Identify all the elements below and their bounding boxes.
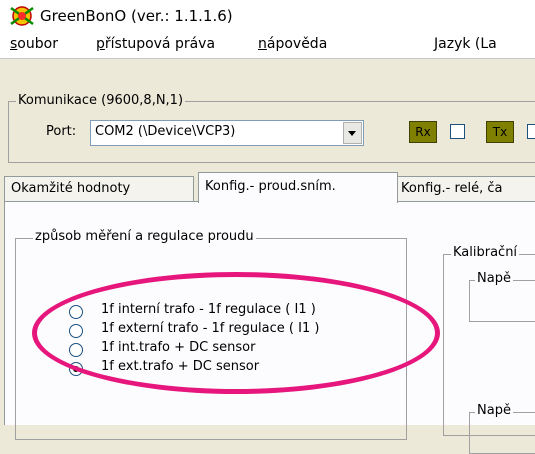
rx-checkbox[interactable] — [450, 124, 465, 139]
tab-okamzite-hodnoty-label: Okamžité hodnoty — [11, 181, 131, 196]
voltage-group-2 — [469, 412, 535, 454]
menu-soubor[interactable]: soubor — [10, 36, 58, 52]
port-combobox[interactable]: COM2 (\Device\VCP3) — [90, 120, 364, 146]
title-bar: GreenBonO (ver.: 1.1.1.6) — [0, 0, 535, 33]
voltage-legend-2: Napě — [475, 403, 513, 418]
measurement-legend: způsob měření a regulace proudu — [33, 229, 256, 244]
tab-okamzite-hodnoty[interactable]: Okamžité hodnoty — [4, 176, 194, 201]
menu-jazyk-label: azyk (La — [438, 36, 497, 52]
menu-napoveda[interactable]: nápověda — [258, 36, 327, 52]
chevron-down-icon — [348, 131, 356, 136]
communication-legend: Komunikace (9600,8,N,1) — [16, 93, 186, 108]
voltage-legend-1: Napě — [475, 271, 513, 286]
window-title: GreenBonO (ver.: 1.1.1.6) — [40, 7, 233, 25]
rx-indicator: Rx — [409, 121, 437, 143]
port-value: COM2 (\Device\VCP3) — [95, 124, 236, 139]
tx-checkbox[interactable] — [527, 124, 535, 139]
calibration-legend: Kalibrační — [451, 245, 520, 260]
tab-konfig-proud-snim[interactable]: Konfig.- proud.sním. — [198, 172, 398, 203]
port-label: Port: — [46, 124, 77, 139]
menu-pristupova-prava-label: řístupová práva — [104, 36, 216, 52]
menu-pristupova-prava[interactable]: přístupová práva — [96, 36, 215, 52]
menu-napoveda-accel: n — [258, 36, 267, 52]
menu-jazyk[interactable]: Jazyk (La — [434, 36, 497, 52]
menu-napoveda-label: ápověda — [266, 36, 328, 52]
tab-konfig-rele[interactable]: Konfig.- relé, ča — [394, 176, 535, 201]
menu-soubor-label: oubor — [17, 36, 58, 52]
main-window: GreenBonO (ver.: 1.1.1.6) soubor přístup… — [0, 0, 535, 454]
highlight-ellipse-annotation — [32, 272, 440, 394]
tab-strip: Okamžité hodnoty Konfig.- proud.sním. Ko… — [4, 172, 535, 203]
menu-bar: soubor přístupová práva nápověda Jazyk (… — [0, 32, 535, 59]
app-icon — [10, 6, 34, 26]
tx-indicator: Tx — [486, 121, 514, 143]
tab-konfig-rele-label: Konfig.- relé, ča — [401, 181, 503, 196]
menu-pristupova-prava-accel: p — [96, 36, 105, 52]
port-dropdown-button[interactable] — [343, 122, 362, 144]
tab-konfig-proud-snim-label: Konfig.- proud.sním. — [205, 179, 336, 194]
voltage-group-1 — [469, 280, 535, 322]
